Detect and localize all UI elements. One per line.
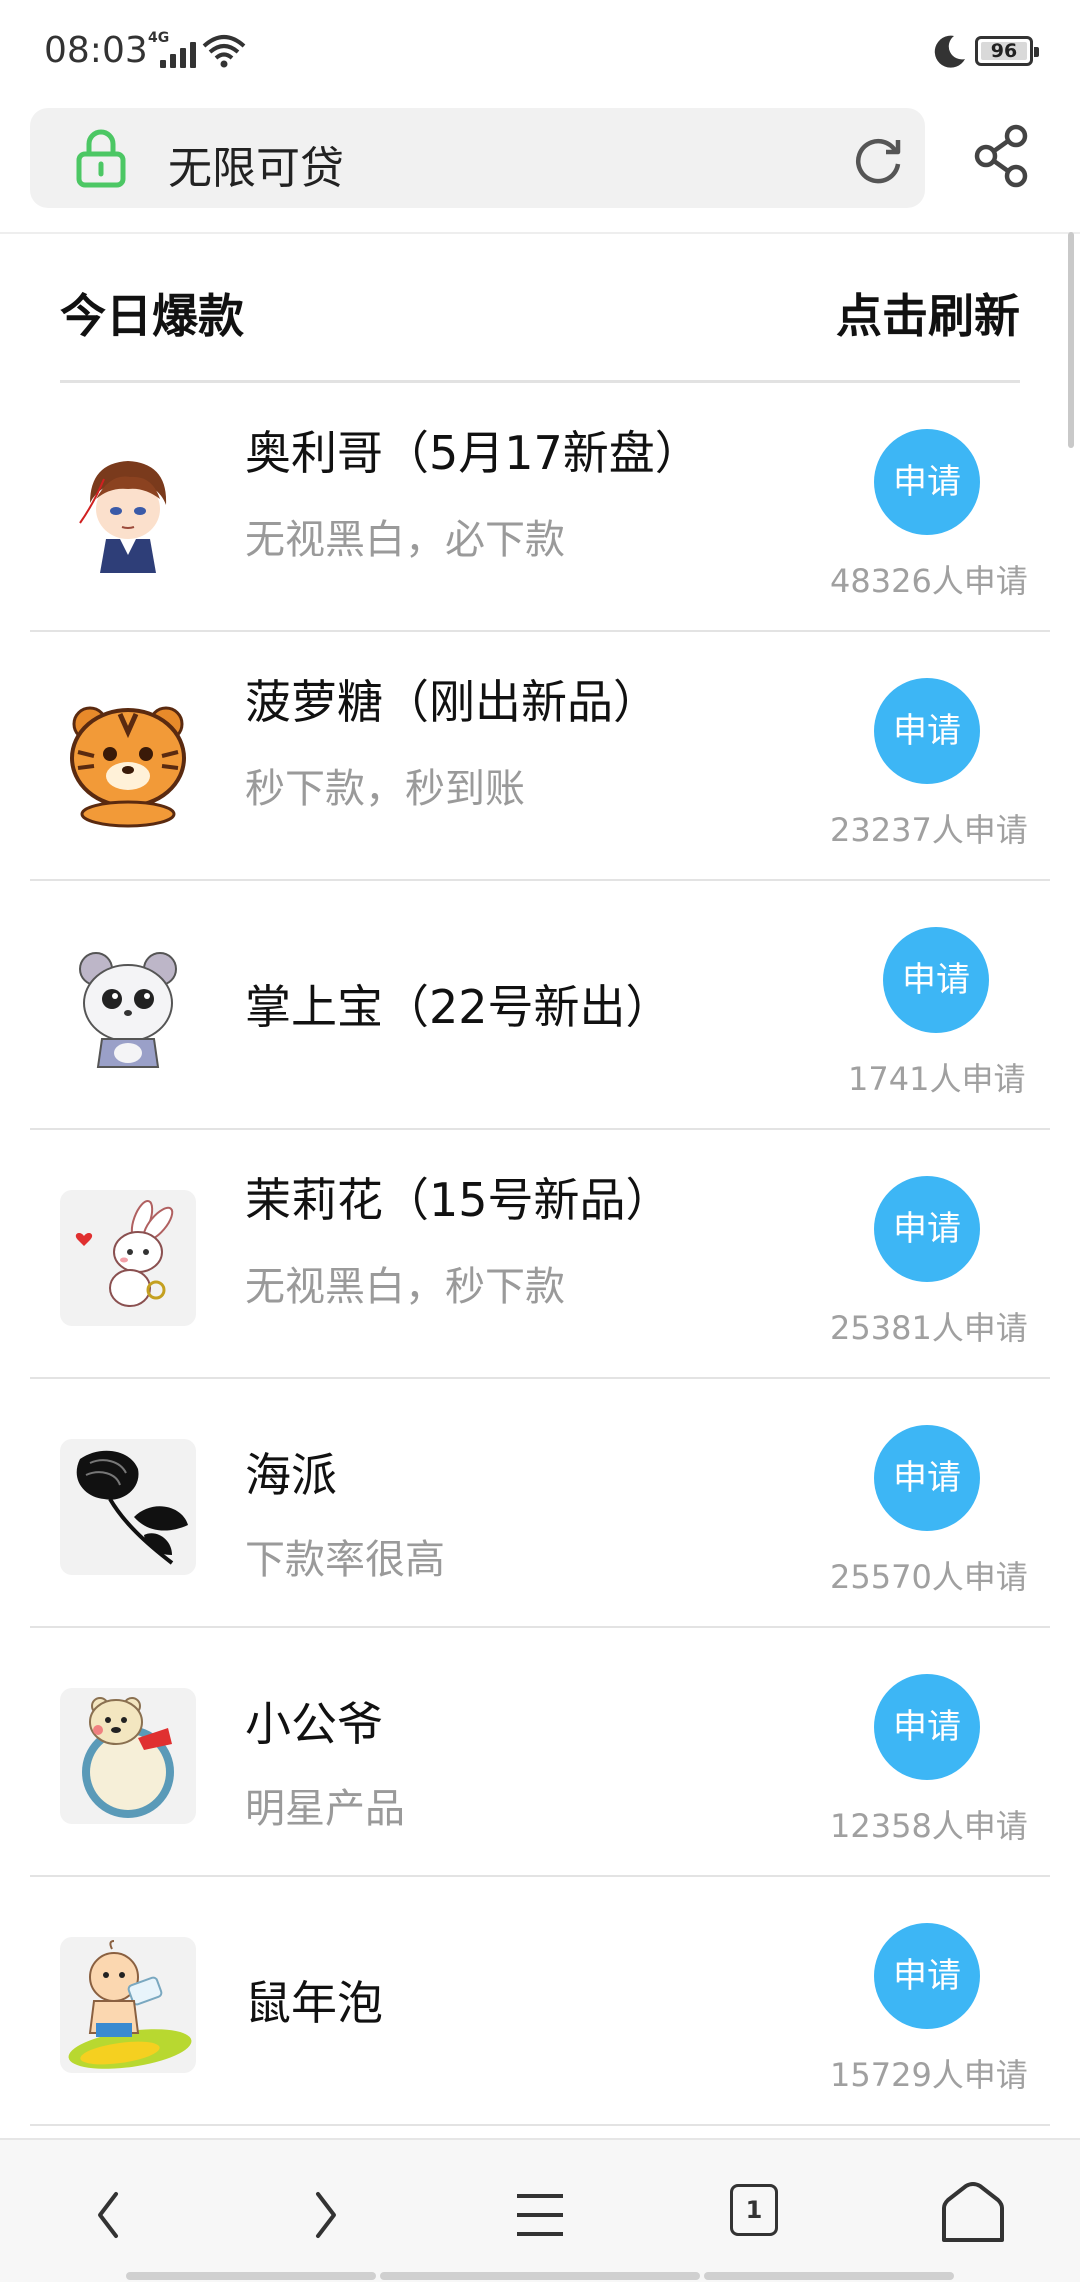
home-icon[interactable] (938, 2178, 1008, 2248)
item-title: 菠萝糖（刚出新品） (245, 675, 659, 729)
item-title: 海派 (245, 1448, 337, 1502)
hamster-avatar-icon (60, 941, 196, 1077)
item-title: 小公爷 (245, 1697, 383, 1751)
apply-count: 25381人申请 (830, 1309, 1028, 1347)
apply-count: 12358人申请 (830, 1807, 1028, 1845)
list-header: 今日爆款 点击刷新 (60, 280, 1020, 343)
refresh-link[interactable]: 点击刷新 (836, 280, 1020, 346)
gesture-bar (380, 2272, 700, 2280)
section-title: 今日爆款 (60, 289, 244, 343)
tab-count: 1 (730, 2184, 778, 2236)
bear-avatar-icon (60, 1688, 196, 1824)
signal-icon (160, 42, 196, 68)
apply-button[interactable]: 申请 (883, 927, 989, 1033)
apply-button[interactable]: 申请 (874, 1425, 980, 1531)
tiger-avatar-icon (60, 692, 196, 828)
item-subtitle: 明星产品 (245, 1786, 405, 1832)
item-subtitle: 无视黑白，必下款 (245, 517, 565, 563)
battery-level: 96 (990, 40, 1018, 62)
moon-icon (934, 35, 965, 68)
list-item[interactable]: 小公爷 明星产品 申请 12358人申请 (30, 1628, 1050, 1877)
item-title: 掌上宝（22号新出） (245, 980, 672, 1034)
apply-button[interactable]: 申请 (874, 1923, 980, 2029)
gesture-bar (126, 2272, 376, 2280)
list-item[interactable]: 海派 下款率很高 申请 25570人申请 (30, 1379, 1050, 1628)
item-subtitle: 秒下款，秒到账 (245, 766, 525, 812)
lock-icon (76, 129, 126, 188)
divider (0, 232, 1080, 234)
forward-icon[interactable] (290, 2180, 360, 2250)
apply-count: 25570人申请 (830, 1558, 1028, 1596)
list-item[interactable]: 茉莉花（15号新品） 无视黑白，秒下款 申请 25381人申请 (30, 1130, 1050, 1379)
product-list: 奥利哥（5月17新盘） 无视黑白，必下款 申请 48326人申请 菠萝糖（刚出新… (30, 383, 1050, 2126)
apply-count: 23237人申请 (830, 811, 1028, 849)
apply-button[interactable]: 申请 (874, 1176, 980, 1282)
baby-avatar-icon (60, 1937, 196, 2073)
item-title: 茉莉花（15号新品） (245, 1173, 672, 1227)
item-title: 奥利哥（5月17新盘） (245, 426, 701, 480)
apply-count: 1741人申请 (848, 1060, 1026, 1098)
back-icon[interactable] (74, 2180, 144, 2250)
share-icon[interactable] (972, 124, 1032, 188)
apply-count: 48326人申请 (830, 562, 1028, 600)
bottom-nav: 1 (0, 2138, 1080, 2282)
apply-button[interactable]: 申请 (874, 678, 980, 784)
item-subtitle: 下款率很高 (245, 1537, 445, 1583)
list-item[interactable]: 奥利哥（5月17新盘） 无视黑白，必下款 申请 48326人申请 (30, 383, 1050, 632)
anime-boy-avatar-icon (60, 443, 196, 579)
reload-icon[interactable] (850, 132, 906, 188)
scrollbar[interactable] (1068, 232, 1074, 448)
list-item[interactable]: 掌上宝（22号新出） 申请 1741人申请 (30, 881, 1050, 1130)
tabs-button[interactable]: 1 (730, 2184, 800, 2254)
status-time: 08:03 (44, 30, 148, 71)
status-bar: 08:03 4G 96 (0, 0, 1080, 100)
menu-icon[interactable] (505, 2180, 575, 2250)
page-title: 无限可贷 (168, 143, 344, 194)
list-item[interactable]: 菠萝糖（刚出新品） 秒下款，秒到账 申请 23237人申请 (30, 632, 1050, 881)
apply-count: 15729人申请 (830, 2056, 1028, 2094)
apply-button[interactable]: 申请 (874, 1674, 980, 1780)
wifi-icon (202, 35, 246, 68)
item-subtitle: 无视黑白，秒下款 (245, 1264, 565, 1310)
gesture-bar (704, 2272, 954, 2280)
item-title: 鼠年泡 (245, 1976, 383, 2030)
bunny-avatar-icon (60, 1190, 196, 1326)
battery-icon: 96 (975, 36, 1039, 66)
list-item[interactable]: 鼠年泡 申请 15729人申请 (30, 1877, 1050, 2126)
rose-avatar-icon (60, 1439, 196, 1575)
apply-button[interactable]: 申请 (874, 429, 980, 535)
address-bar[interactable]: 无限可贷 (30, 108, 925, 208)
